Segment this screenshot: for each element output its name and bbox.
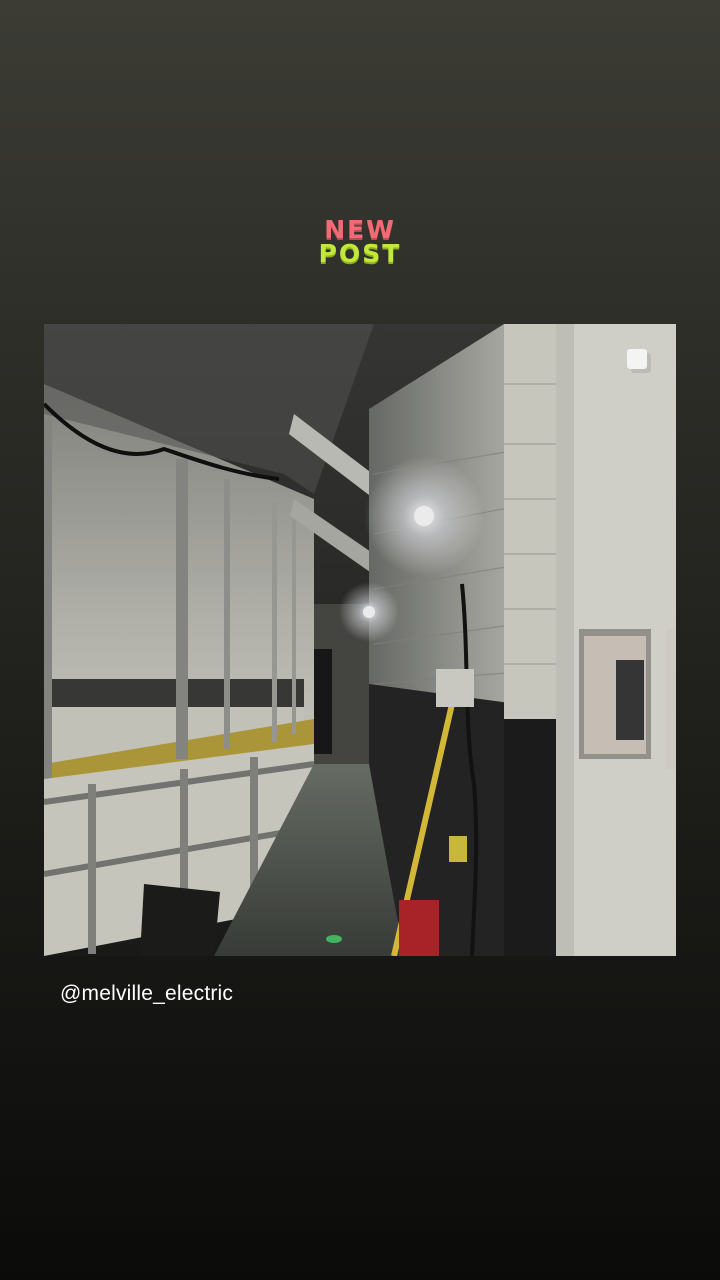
new-post-sticker[interactable]: NEW POST bbox=[0, 216, 720, 268]
author-handle[interactable]: @melville_electric bbox=[60, 982, 233, 1006]
shared-post-card[interactable] bbox=[44, 324, 676, 956]
sticker-line-post: POST bbox=[318, 239, 402, 268]
multiple-photos-icon bbox=[627, 349, 651, 373]
post-photo bbox=[44, 324, 676, 956]
